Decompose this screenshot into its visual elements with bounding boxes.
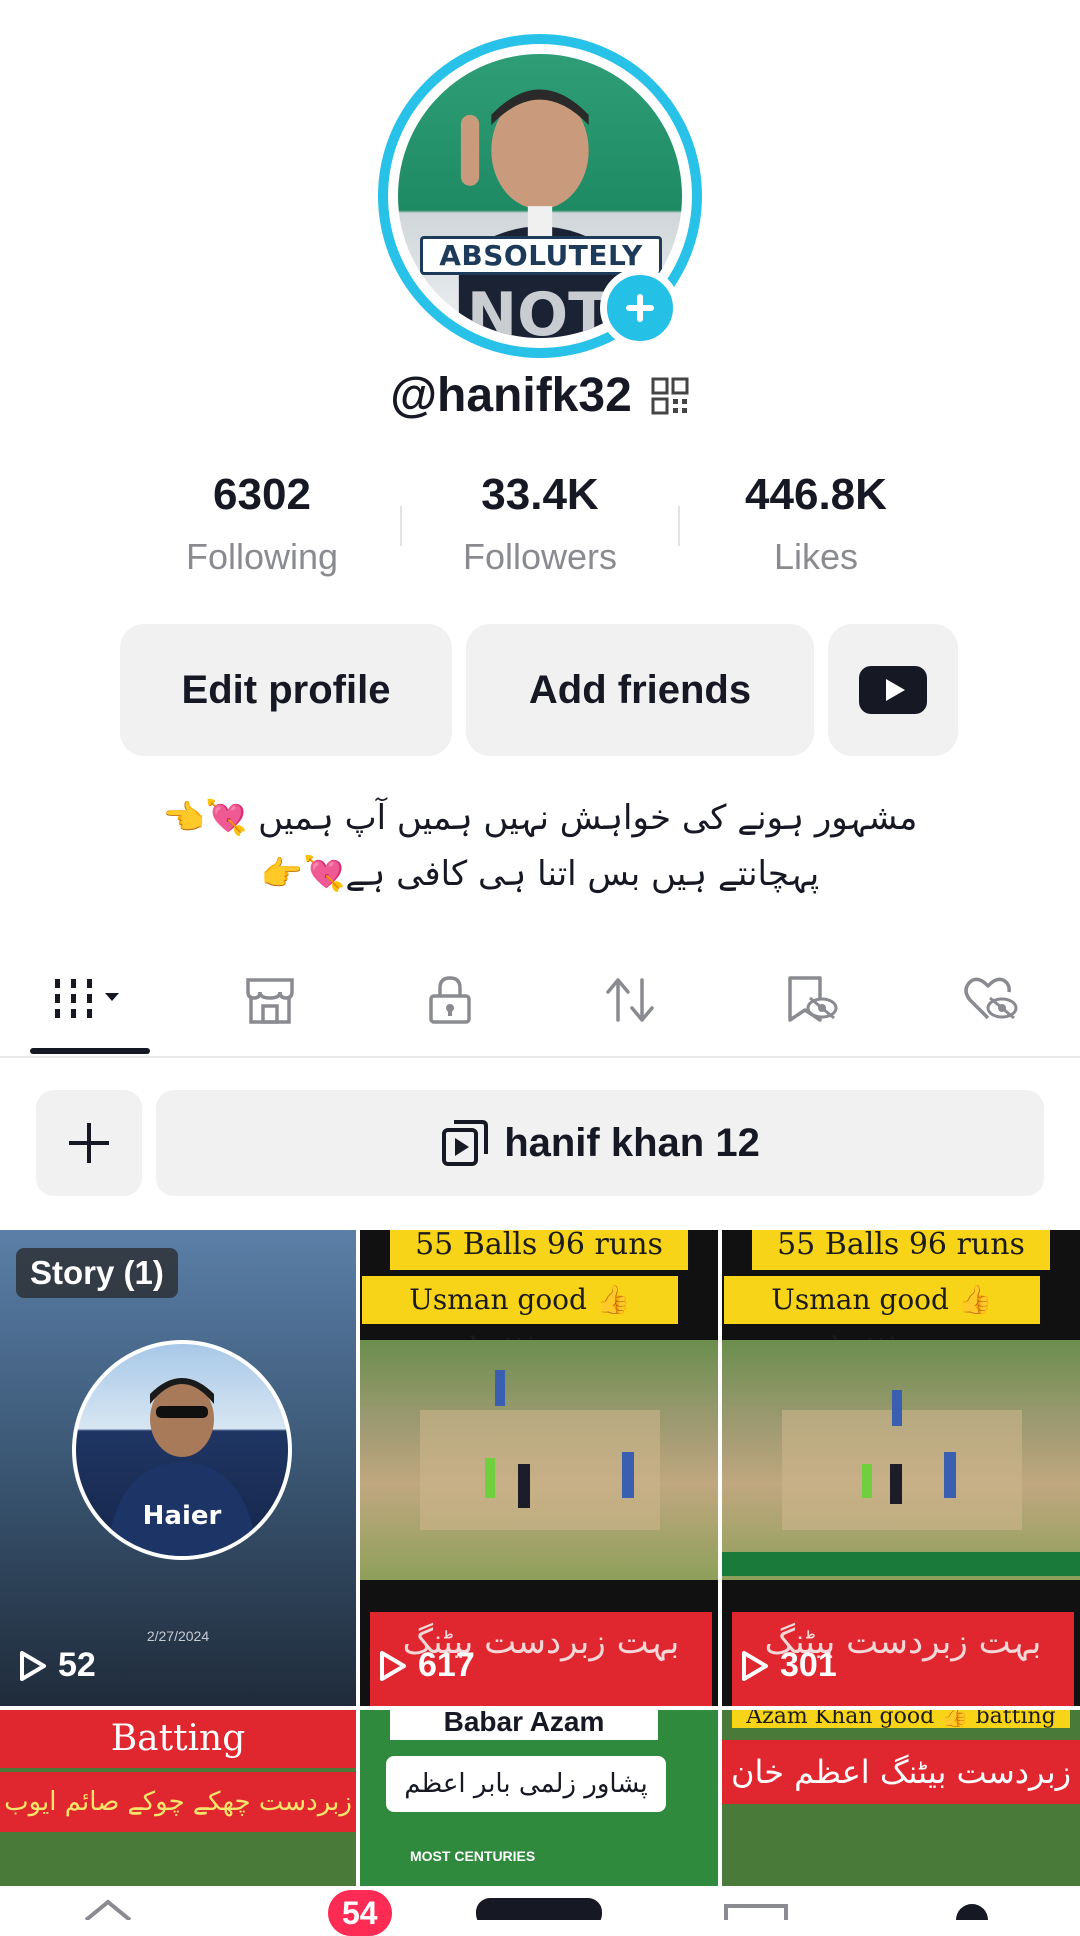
- username: @hanifk32: [390, 369, 632, 422]
- stat-divider: [400, 506, 402, 546]
- video-tile[interactable]: 55 Balls 96 runs Usman good 👍 batting بہ…: [722, 1230, 1080, 1706]
- svg-text:Haier: Haier: [143, 1501, 222, 1531]
- followers-count: 33.4K: [481, 470, 599, 519]
- bottom-navigation: [0, 1886, 1080, 1936]
- tab-reposts[interactable]: [570, 960, 690, 1040]
- cricket-players-illustration: [420, 1370, 660, 1530]
- story-view-count: 52: [58, 1646, 96, 1684]
- videos-grid-icon: [55, 979, 119, 1018]
- playlist-name: hanif khan 12: [504, 1120, 760, 1165]
- tab-shop[interactable]: [210, 960, 330, 1040]
- youtube-icon: [859, 666, 927, 714]
- video-views: 301: [740, 1646, 837, 1685]
- bottom-nav-icons: [84, 1898, 988, 1936]
- video-cricket-field: [722, 1340, 1080, 1580]
- tab-private[interactable]: [390, 960, 510, 1040]
- following-label: Following: [185, 536, 339, 577]
- bio-line-1: مشہور ہونے کی خواہش نہیں ہمیں آپ ہمیں 💘👈: [162, 798, 918, 838]
- story-date: 2/27/2024: [146, 1628, 210, 1644]
- followers-label: Followers: [462, 536, 618, 577]
- stat-likes[interactable]: 446.8K Likes: [686, 470, 946, 578]
- play-icon: [380, 1650, 406, 1681]
- liked-hidden-icon: [964, 977, 1018, 1020]
- video-views: 617: [378, 1646, 475, 1685]
- video-view-count: 617: [418, 1646, 475, 1684]
- video-urdu-banner: زبردست چھکے چوکے صائم ایوب: [0, 1772, 356, 1832]
- video-urdu-banner: پشاور زلمی بابر اعظم: [386, 1756, 666, 1812]
- video-tile[interactable]: Batting زبردست چھکے چوکے صائم ایوب: [0, 1710, 356, 1886]
- video-title-banner: Babar Azam: [390, 1710, 658, 1740]
- profile-bio: مشہور ہونے کی خواہش نہیں ہمیں آپ ہمیں 💘👈…: [120, 790, 960, 902]
- likes-label: Likes: [773, 536, 859, 577]
- add-friends-button[interactable]: Add friends: [466, 624, 814, 756]
- tabs-divider: [0, 1056, 1080, 1058]
- story-views: 52: [18, 1646, 96, 1685]
- story-person-illustration: Haier: [106, 1378, 258, 1556]
- likes-count: 446.8K: [745, 470, 887, 519]
- video-cricket-field: [360, 1340, 718, 1580]
- tab-videos[interactable]: [30, 960, 150, 1040]
- video-top-banner: 55 Balls 96 runs: [390, 1230, 688, 1270]
- active-tab-indicator: [30, 1048, 150, 1054]
- video-tile[interactable]: 55 Balls 96 runs Usman good 👍 batting بہ…: [360, 1230, 718, 1706]
- inbox-notification-badge: 54: [328, 1890, 392, 1936]
- qr-code-icon[interactable]: [650, 376, 690, 416]
- stat-followers[interactable]: 33.4K Followers: [410, 470, 670, 578]
- playlist-icon: [442, 1120, 489, 1166]
- stat-following[interactable]: 6302 Following: [132, 470, 392, 578]
- saved-hidden-icon: [788, 976, 838, 1022]
- video-sub-banner: Usman good 👍 batting: [362, 1276, 678, 1364]
- add-story-button[interactable]: [600, 268, 680, 348]
- create-playlist-button[interactable]: [36, 1090, 142, 1196]
- play-icon: [742, 1650, 768, 1681]
- video-urdu-banner: زبردست بیٹنگ اعظم خان: [722, 1740, 1080, 1804]
- video-caption-label: MOST CENTURIES: [410, 1848, 536, 1864]
- profile-tabs: [0, 960, 1080, 1056]
- story-avatar: Haier: [72, 1340, 292, 1560]
- avatar-caption-top: ABSOLUTELY: [420, 236, 662, 275]
- following-count: 6302: [213, 470, 311, 519]
- lock-icon: [429, 976, 471, 1024]
- bio-line-2: پہچانتے ہیں بس اتنا ہی کافی ہے💘👉: [260, 854, 820, 894]
- plus-icon: [69, 1123, 109, 1163]
- repost-icon: [606, 978, 654, 1022]
- edit-profile-button[interactable]: Edit profile: [120, 624, 452, 756]
- video-view-count: 301: [780, 1646, 837, 1684]
- video-tile[interactable]: Azam Khan good 👍 batting زبردست بیٹنگ اع…: [722, 1710, 1080, 1886]
- cricket-players-illustration: [722, 1390, 1080, 1576]
- shop-icon: [246, 978, 294, 1024]
- plus-icon: [626, 294, 654, 322]
- video-tile[interactable]: Babar Azam پشاور زلمی بابر اعظم MOST CEN…: [360, 1710, 718, 1886]
- story-tile[interactable]: Story (1) Haier 2/27/2024 52: [0, 1230, 356, 1706]
- stat-divider: [678, 506, 680, 546]
- play-icon: [20, 1650, 46, 1681]
- video-top-banner: 55 Balls 96 runs: [752, 1230, 1050, 1270]
- story-badge: Story (1): [16, 1248, 178, 1298]
- playlist-button[interactable]: hanif khan 12: [156, 1090, 1044, 1196]
- tab-saved[interactable]: [750, 960, 870, 1040]
- youtube-button[interactable]: [828, 624, 958, 756]
- video-title-banner: Batting: [0, 1710, 356, 1768]
- video-sub-banner: Usman good 👍 batting: [724, 1276, 1040, 1364]
- username-row: @hanifk32: [0, 368, 1080, 423]
- tab-liked[interactable]: [930, 960, 1050, 1040]
- video-title-banner: Azam Khan good 👍 batting: [732, 1710, 1070, 1728]
